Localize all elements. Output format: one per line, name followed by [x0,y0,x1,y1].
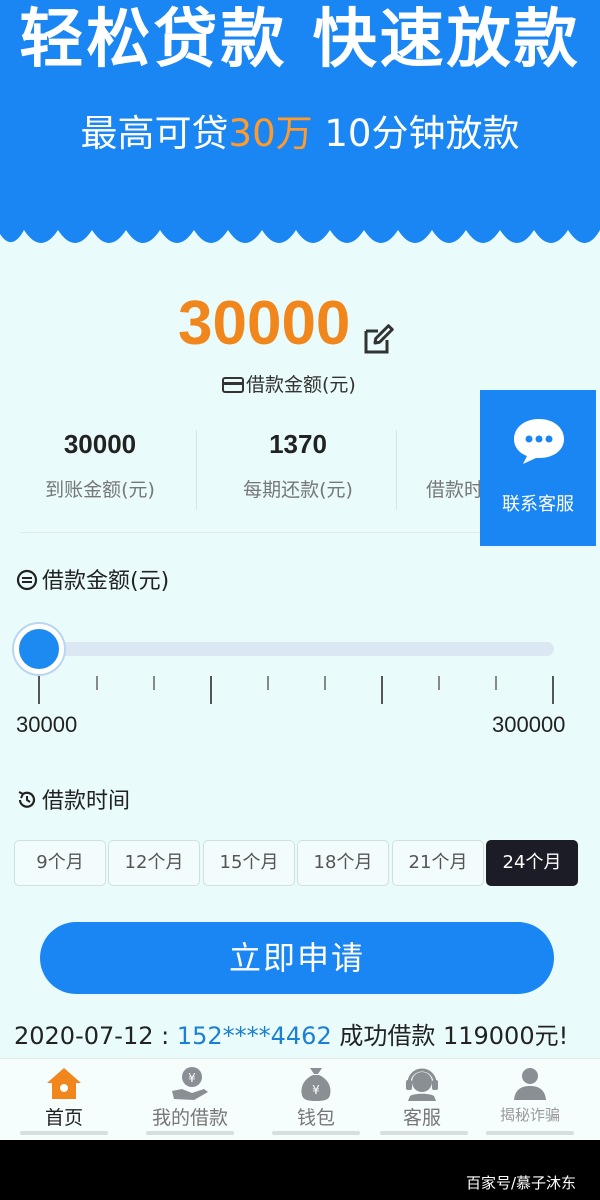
term-options: 9个月 12个月 15个月 18个月 21个月 24个月 [14,840,580,888]
headset-icon [406,1068,438,1101]
amount-slider-thumb[interactable] [14,624,64,674]
hero-banner: 轻松贷款 快速放款 最高可贷30万 10分钟放款 [0,0,600,230]
svg-text:¥: ¥ [188,1071,196,1085]
hero-title: 轻松贷款 快速放款 [19,3,581,77]
amount-slider-track[interactable] [40,642,554,656]
term-section-title-text: 借款时间 [42,789,131,814]
stat-divider [196,430,197,510]
term-option-12[interactable]: 12个月 [108,840,200,886]
stat-received: 30000 到账金额(元) [0,420,200,512]
wave-divider [0,222,600,243]
hero-subtitle-highlight: 30万 [228,112,313,155]
stat-label: 到账金额(元) [45,479,155,501]
nav-underline [146,1131,234,1135]
bottom-nav: 首页 ¥ 我的借款 ¥ 钱包 客服 [0,1058,600,1140]
watermark-text: 揭秘诈骗 [500,1106,561,1124]
user-icon [514,1068,546,1100]
nav-customer-service[interactable]: 客服 [362,1065,482,1133]
term-section-title: 借款时间 [16,786,130,818]
source-credit: 百家号/慕子沐东 [466,1174,577,1192]
tick-minor [324,676,326,690]
term-option-24[interactable]: 24个月 [486,840,578,886]
tick-minor [495,676,497,690]
tick-minor [96,676,98,690]
term-option-9[interactable]: 9个月 [14,840,106,886]
tick-major [381,676,383,704]
nav-underline [486,1131,574,1135]
nav-underline [20,1131,108,1135]
loan-ticker: 2020-07-12 : 152****4462 成功借款 119000元! [14,1018,568,1054]
svg-text:¥: ¥ [312,1083,320,1097]
hand-money-icon: ¥ [172,1067,208,1100]
ticker-phone: 152****4462 [176,1022,332,1050]
edit-icon[interactable] [360,322,396,358]
hero-subtitle: 最高可贷30万 10分钟放款 [0,110,600,158]
loan-amount-value: 30000 [178,289,351,358]
home-icon [47,1068,81,1099]
term-option-18[interactable]: 18个月 [297,840,389,886]
slider-max-label: 300000 [492,712,566,737]
stat-value: 1370 [269,429,327,459]
nav-my-loans[interactable]: ¥ 我的借款 [130,1065,250,1133]
tick-major [38,676,40,704]
contact-service-label: 联系客服 [502,494,574,515]
tick-minor [153,676,155,690]
tick-minor [267,676,269,690]
slider-section-title-text: 借款金额(元) [42,569,170,594]
stat-label: 每期还款(元) [243,479,353,501]
nav-label: 客服 [402,1107,441,1129]
ticker-message: 成功借款 119000元! [331,1022,569,1050]
loan-amount-caption: 借款金额(元) [222,372,356,398]
nav-label: 我的借款 [151,1107,228,1129]
tick-major [210,676,212,704]
history-clock-icon [18,791,36,808]
nav-home[interactable]: 首页 [4,1065,124,1133]
card-icon [222,377,244,393]
wallet-icon: ¥ [301,1068,331,1101]
nav-label: 钱包 [296,1107,335,1129]
slider-section-title: 借款金额(元) [16,566,169,598]
hero-subtitle-prefix: 最高可贷 [80,112,229,155]
nav-underline [272,1131,360,1135]
hero-subtitle-suffix: 10分钟放款 [312,112,520,155]
nav-label: 首页 [44,1107,83,1129]
term-option-15[interactable]: 15个月 [203,840,295,886]
ticker-date: 2020-07-12 : [14,1022,177,1050]
term-option-21[interactable]: 21个月 [392,840,484,886]
app-screen: 轻松贷款 快速放款 最高可贷30万 10分钟放款 30000 借款金额(元) 3… [0,0,600,1140]
loan-amount-caption-text: 借款金额(元) [246,374,356,396]
nav-wallet[interactable]: ¥ 钱包 [256,1065,376,1133]
chat-bubble-icon [514,419,564,464]
tick-major [552,676,554,704]
slider-min-label: 30000 [16,712,78,737]
stat-monthly-payment: 1370 每期还款(元) [198,420,398,512]
apply-now-button[interactable]: 立即申请 [40,922,554,994]
nav-underline [380,1131,468,1135]
slider-ticks [0,676,600,706]
tick-minor [438,676,440,690]
stat-value: 30000 [63,429,137,459]
stat-divider [396,430,397,510]
coin-icon [16,569,38,591]
contact-service-button[interactable]: 联系客服 [480,390,596,546]
